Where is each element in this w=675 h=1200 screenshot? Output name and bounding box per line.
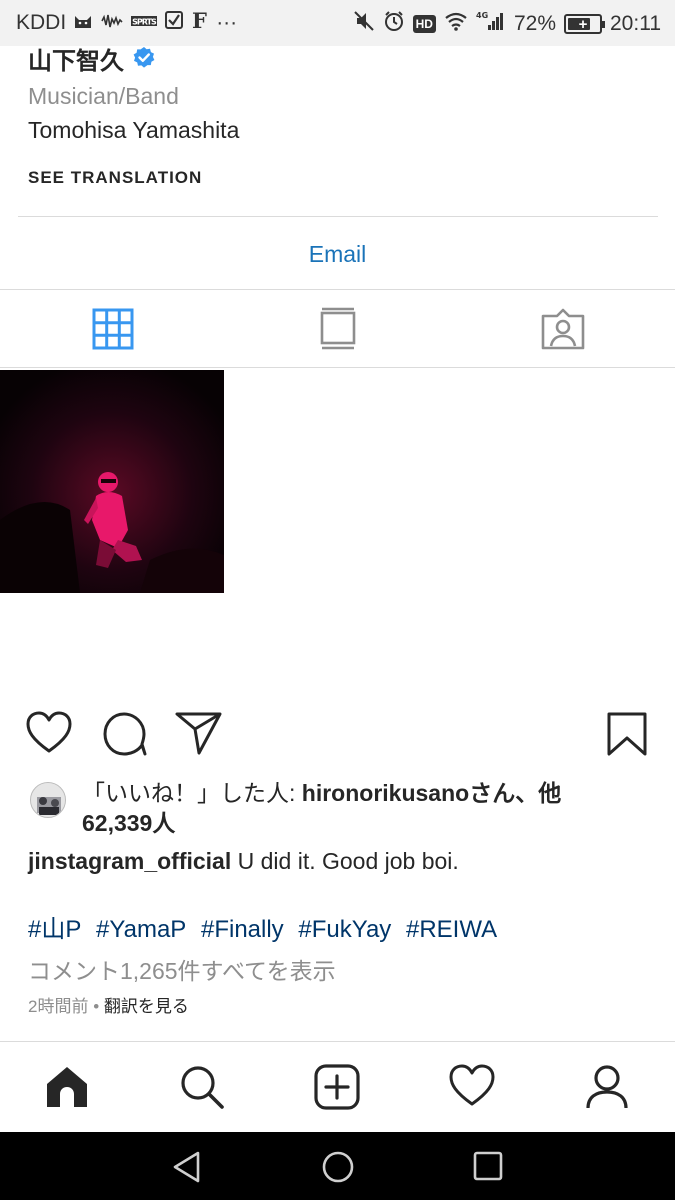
hd-badge: HD [412, 15, 436, 33]
caption-text: U did it. Good job boi. [231, 848, 459, 874]
add-post-icon [314, 1064, 360, 1110]
charging-icon: + [578, 15, 588, 33]
more-notifications: ··· [216, 11, 238, 34]
search-icon [181, 1066, 224, 1109]
hashtag-link[interactable]: #山P [28, 916, 81, 943]
post-caption: jinstagram_official U did it. Good job b… [28, 845, 648, 877]
see-translation-link[interactable]: 翻訳を見る [104, 997, 189, 1016]
home-circle-icon [322, 1151, 354, 1183]
tab-feed[interactable] [225, 290, 450, 367]
post-meta: 2時間前 • 翻訳を見る [28, 995, 189, 1019]
tagged-icon [541, 308, 584, 349]
likes-prefix: 「いいね！」した人: [82, 780, 302, 806]
post-actions [0, 705, 675, 765]
profile-category: Musician/Band [28, 83, 179, 109]
grid-icon [92, 308, 133, 349]
divider [18, 216, 658, 217]
check-box-icon [164, 10, 184, 36]
hashtag-link[interactable]: #FukYay [298, 916, 391, 943]
avatar-photo [31, 783, 65, 817]
save-button[interactable] [606, 711, 648, 762]
back-button[interactable] [171, 1150, 203, 1189]
send-icon [175, 712, 222, 755]
caption-username[interactable]: jinstagram_official [28, 848, 231, 874]
nav-new-post[interactable] [314, 1064, 360, 1115]
status-bar-right: HD 4G 72% + 20:11 [353, 10, 661, 38]
heart-icon [449, 1064, 495, 1106]
nav-profile[interactable] [584, 1064, 630, 1115]
cell-signal-icon: 4G [476, 10, 506, 38]
home-button[interactable] [321, 1150, 355, 1189]
likes-count[interactable]: 62,339人 [82, 808, 175, 838]
svg-text:SPRTS: SPRTS [132, 18, 157, 27]
likes-suffix: さん、他 [469, 780, 562, 806]
home-icon [47, 1067, 87, 1107]
post-time: 2時間前 [28, 997, 89, 1016]
svg-text:F: F [192, 10, 207, 30]
profile-tabs [0, 290, 675, 368]
nav-search[interactable] [179, 1064, 225, 1115]
bookmark-icon [607, 712, 647, 756]
view-all-comments-link[interactable]: コメント1,265件すべてを表示 [28, 955, 336, 987]
nav-home[interactable] [44, 1064, 90, 1115]
profile-name: 山下智久 [28, 47, 124, 75]
sport-app-icon: SPRTS [131, 14, 158, 32]
mute-icon [353, 10, 375, 38]
hashtags: #山P #YamaP #Finally #FukYay #REIWA [28, 914, 505, 946]
profile-icon [586, 1065, 628, 1109]
hashtag-link[interactable]: #REIWA [406, 916, 497, 943]
comment-button[interactable] [102, 711, 148, 762]
recents-button[interactable] [472, 1150, 504, 1187]
tab-grid[interactable] [0, 290, 225, 367]
battery-percent: 72% [513, 12, 556, 35]
likes-text: 「いいね！」した人: hironorikusanoさん、他 [82, 778, 672, 808]
f-icon: F [191, 8, 209, 36]
carrier-label: KDDI [16, 11, 67, 34]
nav-activity[interactable] [449, 1064, 495, 1113]
network-type-label: 4G [476, 11, 488, 20]
likes-user-link[interactable]: hironorikusano [302, 780, 469, 806]
tab-tagged[interactable] [450, 290, 675, 367]
heart-icon [26, 711, 72, 753]
profile-full-name: Tomohisa Yamashita [28, 117, 240, 143]
meta-separator: • [88, 997, 104, 1016]
email-button[interactable]: Email [0, 228, 675, 280]
hashtag-link[interactable]: #Finally [201, 916, 284, 943]
system-nav-bar [0, 1132, 675, 1200]
alarm-icon [383, 10, 405, 38]
post-photo [0, 370, 224, 593]
recents-square-icon [473, 1151, 503, 1181]
comment-icon [103, 712, 147, 756]
verified-badge-icon [133, 47, 155, 68]
battery-icon: + [564, 14, 605, 34]
avatar[interactable] [30, 782, 66, 818]
feed-icon [320, 307, 355, 349]
signal-wave-icon [100, 11, 124, 35]
back-triangle-icon [173, 1151, 200, 1183]
hashtag-link[interactable]: #YamaP [96, 916, 186, 943]
status-bar-left: KDDI SPRTS F ··· [16, 8, 238, 36]
cat-icon [73, 12, 93, 34]
wifi-icon [444, 11, 468, 37]
like-button[interactable] [26, 711, 72, 760]
profile-info: 山下智久 Musician/Band Tomohisa Yamashita SE… [28, 40, 648, 189]
share-button[interactable] [175, 711, 223, 760]
post-thumbnail[interactable] [0, 370, 224, 593]
name-row: 山下智久 [28, 40, 648, 76]
see-translation-link[interactable]: SEE TRANSLATION [28, 167, 648, 189]
clock: 20:11 [610, 12, 661, 35]
bottom-nav [0, 1042, 675, 1132]
